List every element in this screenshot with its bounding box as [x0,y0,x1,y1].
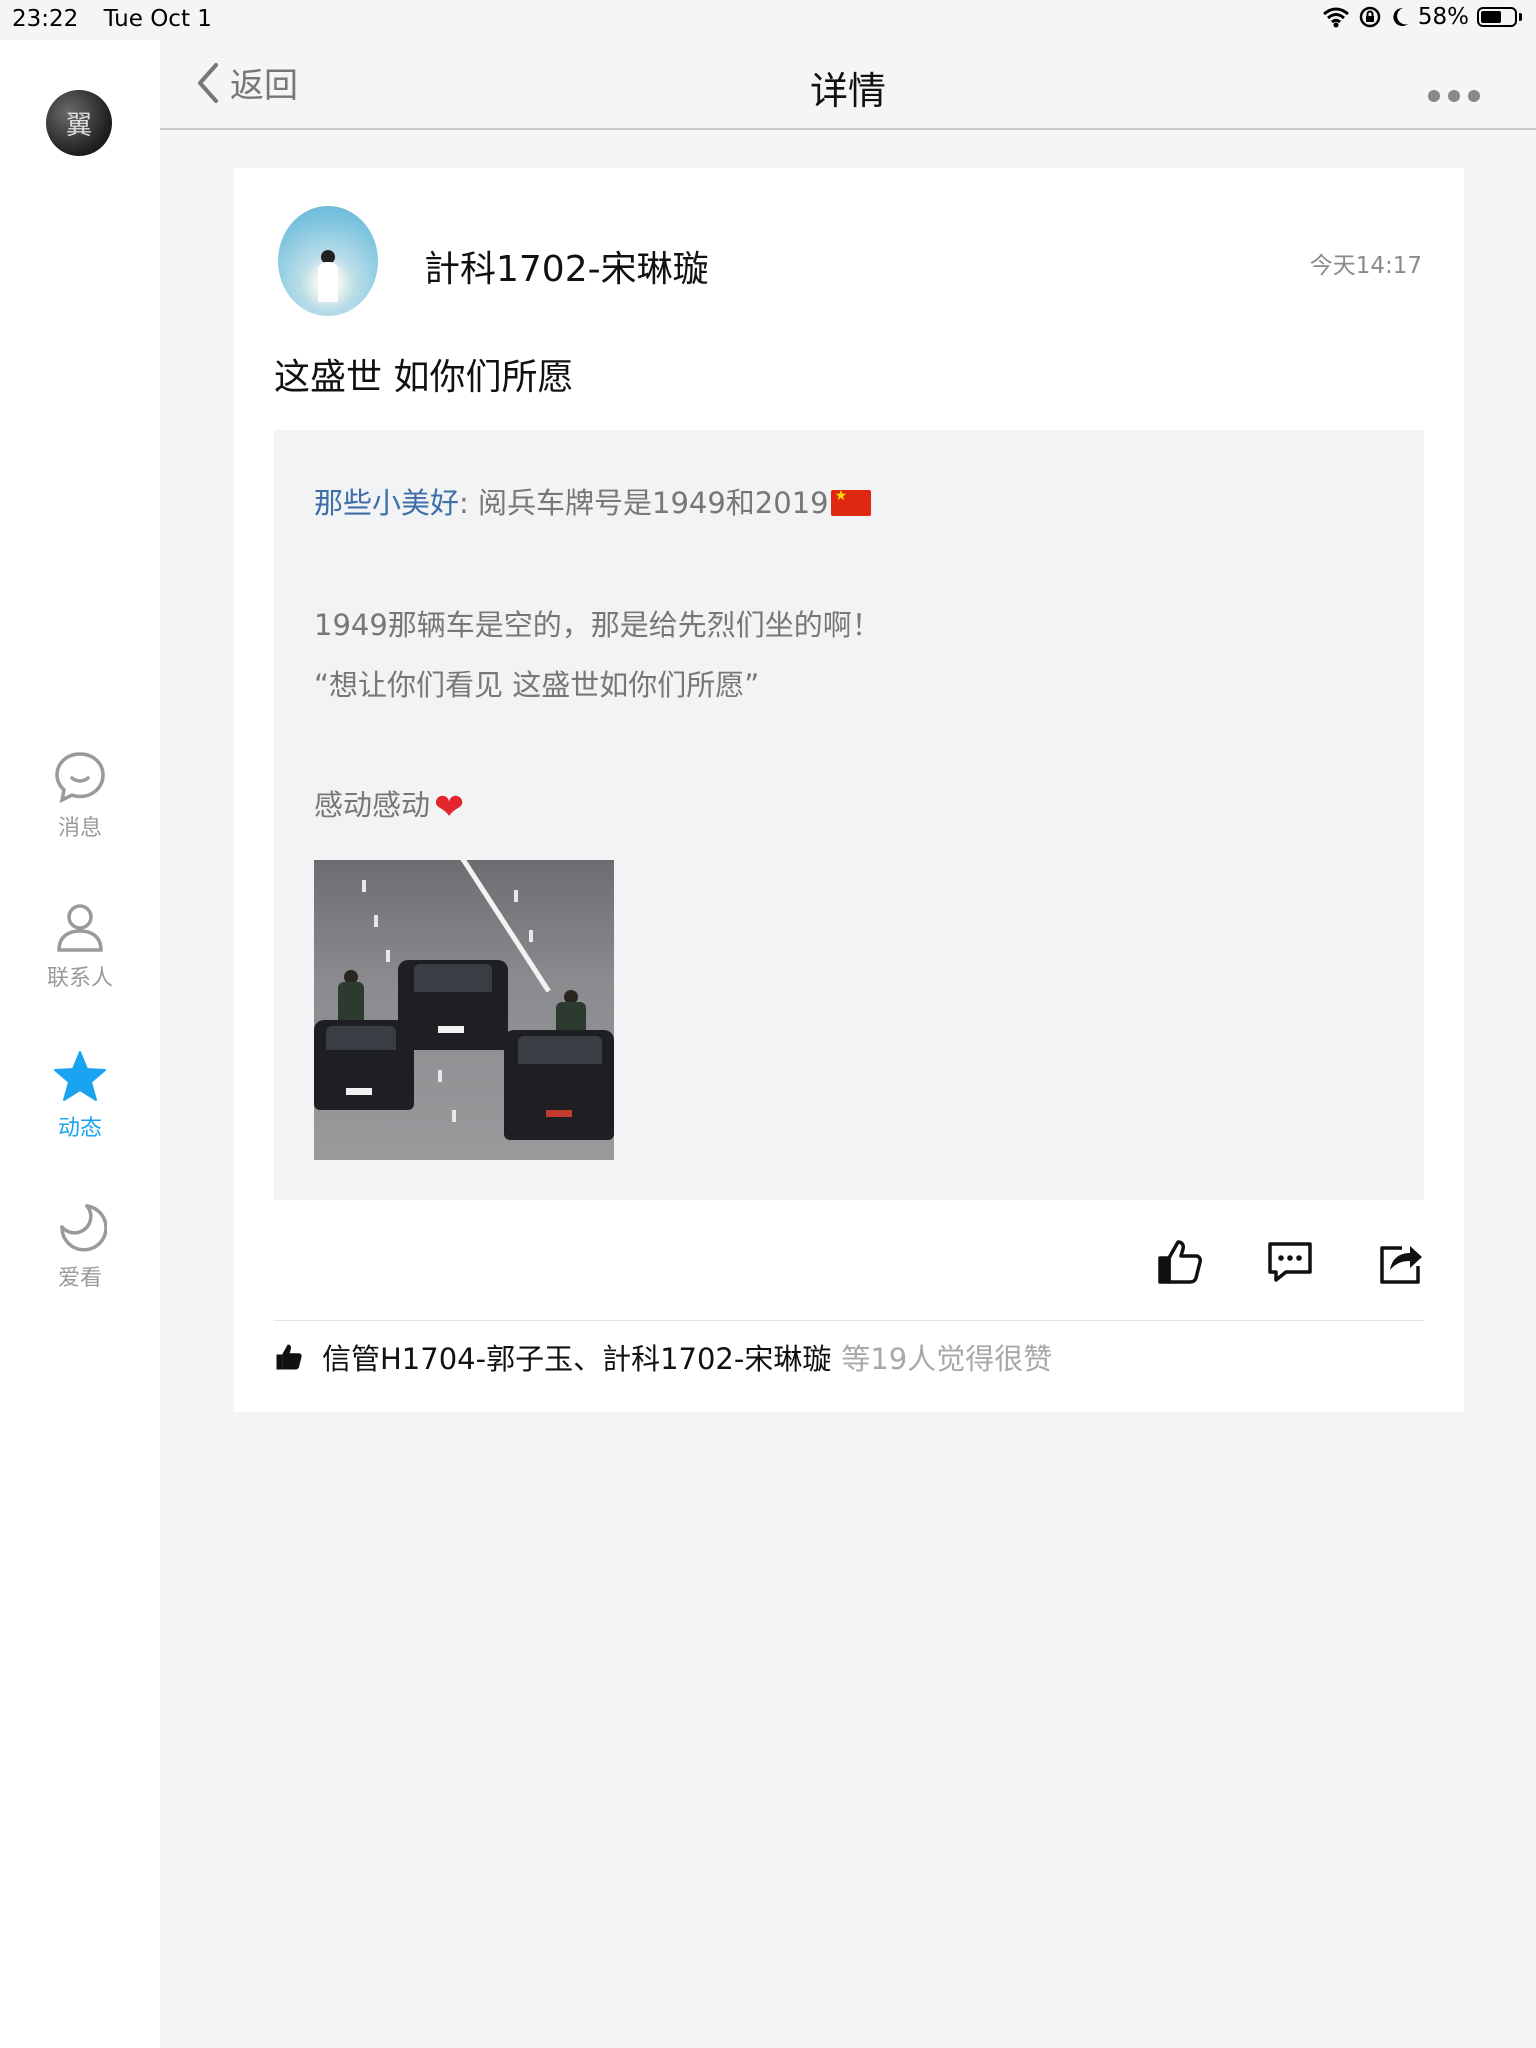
status-time: 23:22 [12,6,79,32]
sidebar-item-label: 消息 [57,816,102,841]
more-dot [1468,90,1480,102]
sidebar-item-contacts[interactable]: 联系人 [0,900,160,992]
crescent-icon [60,1204,107,1252]
quote-line-2: 1949那辆车是空的，那是给先烈们坐的啊！ [314,608,881,642]
heart-icon: ❤ [434,787,465,828]
wifi-icon [1322,7,1349,28]
page-title: 详情 [809,69,886,113]
status-right: 58% [1322,4,1522,30]
share-icon[interactable] [1376,1238,1424,1286]
avatar-glyph: 翼 [65,110,92,141]
sidebar-item-messages[interactable]: 消息 [0,750,160,842]
moon-icon [1393,7,1408,26]
battery-percent: 58% [1417,4,1469,30]
sidebar-item-label: 动态 [57,1116,102,1141]
quote-text: 感动感动 [314,788,431,822]
status-bar: 23:22 Tue Oct 1 58% [0,0,1536,40]
post-time: 今天14:17 [1309,253,1422,279]
china-flag-icon [830,488,871,516]
post-actions [1156,1238,1424,1286]
post-text: 这盛世 如你们所愿 [274,357,574,398]
author-avatar[interactable] [278,206,378,316]
sidebar-item-feed[interactable]: 动态 [0,1050,160,1142]
parade-cars-image[interactable] [314,860,614,1160]
comment-icon[interactable] [1266,1238,1314,1286]
battery-icon [1477,7,1517,27]
header: 返回 详情 [160,40,1536,130]
divider [274,1320,1424,1321]
more-button[interactable] [1428,90,1480,102]
status-date: Tue Oct 1 [103,6,212,32]
thumbs-up-icon[interactable] [1156,1238,1204,1286]
quote-text: : 阅兵车牌号是1949和2019 [459,486,829,520]
chat-bubble-icon [55,752,105,804]
quoted-post[interactable]: 那些小美好: 阅兵车牌号是1949和2019 1949那辆车是空的，那是给先烈们… [274,430,1424,1200]
quote-line-1: 那些小美好: 阅兵车牌号是1949和2019 [314,480,871,522]
more-dot [1448,90,1460,102]
quote-author[interactable]: 那些小美好 [314,486,459,520]
status-left: 23:22 Tue Oct 1 [12,6,230,32]
thumbs-up-filled-icon [276,1344,302,1370]
user-avatar[interactable]: 翼 [46,90,112,156]
more-dot [1428,90,1440,102]
sidebar-item-label: 爱看 [57,1266,102,1291]
likes-count[interactable]: 等19人觉得很赞 [841,1336,1052,1378]
likers-names[interactable]: 信管H1704-郭子玉、計科1702-宋琳璇 [322,1336,831,1378]
likes-summary: 信管H1704-郭子玉、計科1702-宋琳璇 等19人觉得很赞 [274,1336,1052,1378]
sidebar-item-label: 联系人 [46,966,113,991]
sidebar: 翼 消息 联系人 动态 爱看 [0,40,160,2048]
quote-line-3: “想让你们看见 这盛世如你们所愿” [314,668,760,702]
rotation-lock-icon [1359,6,1381,28]
sidebar-item-watch[interactable]: 爱看 [0,1200,160,1292]
person-icon [57,904,103,952]
star-icon [54,1051,106,1101]
author-name[interactable]: 計科1702-宋琳璇 [424,240,709,292]
post-card: 計科1702-宋琳璇 今天14:17 这盛世 如你们所愿 那些小美好: 阅兵车牌… [234,168,1464,1412]
quote-line-4: 感动感动 ❤ [314,782,464,828]
battery-nub [1519,13,1522,21]
